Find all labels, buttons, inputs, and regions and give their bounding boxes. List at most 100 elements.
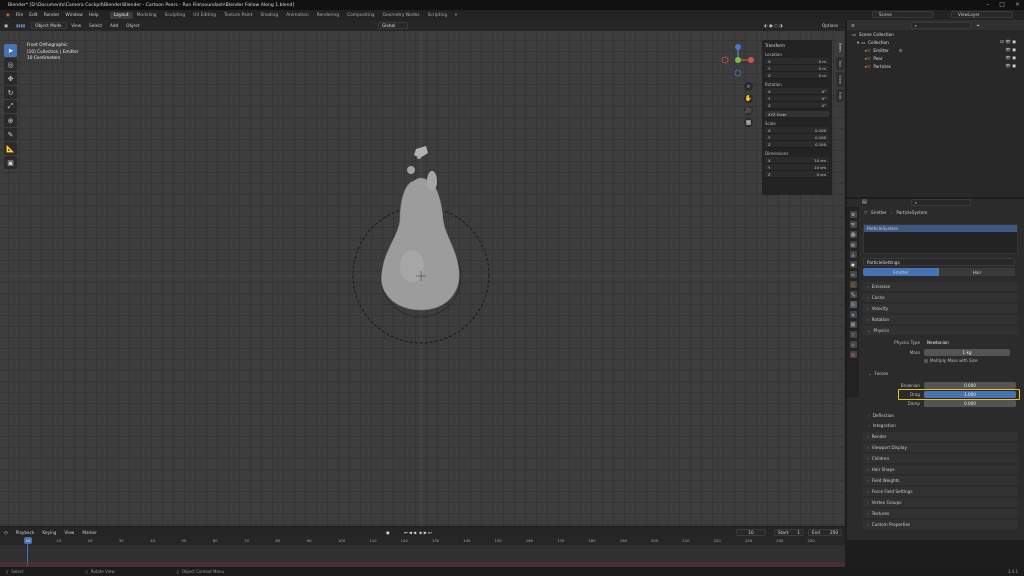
annotate-tool-icon[interactable]: ✎ [4,128,17,141]
properties-search-input[interactable]: ⌕ [910,198,971,206]
zoom-icon[interactable]: ⌕ [744,82,753,91]
visibility-icons[interactable]: 👁 ▣ [1005,55,1016,61]
add-workspace-button[interactable]: + [451,13,461,18]
keying-menu[interactable]: Keying [38,530,60,535]
dimensions-y[interactable]: Y 10 cm [765,164,829,171]
deflection-subsection[interactable]: › Deflection [868,413,894,418]
3d-viewport[interactable] [0,31,845,526]
rotate-tool-icon[interactable]: ↻ [4,86,17,99]
object-tab-icon[interactable]: ▢ [849,281,857,288]
menu-window[interactable]: Window [62,13,85,18]
data-tab-icon[interactable]: ▽ [849,331,857,338]
filter-icon[interactable]: ⏷ [977,23,980,28]
outliner-editor-icon[interactable]: ☰ [851,23,855,28]
location-z[interactable]: Z 0 m [765,72,829,79]
close-icon[interactable]: × [1015,1,1020,8]
world-tab-icon[interactable]: ● [849,261,857,268]
tab-animation[interactable]: Animation [282,12,312,19]
end-frame-field[interactable]: End 250 [808,528,842,536]
options-button[interactable]: Options [818,23,842,28]
rotation-z[interactable]: Z 0° [765,102,829,109]
visibility-icons[interactable]: 👁 ▣ [1005,47,1016,53]
render-tab-icon[interactable]: 📷 [849,221,857,228]
outliner-item-emitter[interactable]: ▸▽ Emitter ⚙ 👁 ▣ [847,46,1024,54]
output-tab-icon[interactable]: 🖨 [849,231,857,238]
transform-header[interactable]: Transform [765,43,829,48]
rotation-mode-dropdown[interactable]: XYZ Euler [765,111,829,118]
tab-layout[interactable]: Layout [109,11,133,19]
pan-hand-icon[interactable]: ✋ [744,94,753,103]
tab-geometry-nodes[interactable]: Geometry Nodes [379,12,424,19]
section-force-field-settings[interactable]: › Force Field Settings [863,487,1018,496]
ortho-grid-icon[interactable]: ▦ [744,118,753,127]
current-frame-field[interactable]: 10 [736,528,766,536]
type-hair-button[interactable]: Hair [939,268,1015,276]
section-custom-properties[interactable]: › Custom Properties [863,520,1018,529]
properties-editor-icon[interactable]: ▤ [862,199,867,205]
select-menu[interactable]: Select [85,23,106,28]
scene-tab-icon[interactable]: ◬ [849,251,857,258]
texture-tab-icon[interactable]: ▩ [849,351,857,358]
object-mode-dropdown[interactable]: Object Mode [31,22,68,29]
section-render[interactable]: › Render [863,432,1018,441]
move-tool-icon[interactable]: ✥ [4,72,17,85]
timeline-editor-icon[interactable]: ◷ [0,530,12,535]
sidebar-tab-tool[interactable]: Tool [836,56,844,71]
section-field-weights[interactable]: › Field Weights [863,476,1018,485]
add-cube-tool-icon[interactable]: ▣ [4,156,17,169]
measure-tool-icon[interactable]: 📐 [4,142,17,155]
scale-tool-icon[interactable]: ⤢ [4,100,17,113]
particle-settings-selector[interactable]: ParticleSettings [863,258,1015,266]
physics-tab-icon[interactable]: ◉ [849,311,857,318]
outliner-scene-collection[interactable]: ▭ Scene Collection [847,30,1024,38]
view-menu[interactable]: View [67,23,85,28]
timeline-ruler[interactable]: 0102030405060708090100110120130140150160… [0,537,845,545]
select-box-tool-icon[interactable]: ➤ [4,44,17,57]
section-children[interactable]: › Children [863,454,1018,463]
tab-texture-paint[interactable]: Texture Paint [220,12,256,19]
rotation-x[interactable]: X 0° [765,88,829,95]
select-mode-icons[interactable]: ▮▮▮▮ [12,23,29,28]
tab-uv-editing[interactable]: UV Editing [189,12,220,19]
playback-controls-icons[interactable]: ⏮◀◀ ▶▶⏭ [404,530,433,535]
material-tab-icon[interactable]: ◍ [849,341,857,348]
menu-render[interactable]: Render [41,13,63,18]
transform-tool-icon[interactable]: ⊕ [4,114,17,127]
drag-field[interactable]: 1.000 [924,391,1016,398]
section-emission[interactable]: › Emission [863,282,1018,291]
scale-z[interactable]: Z 0.100 [765,141,829,148]
sidebar-tab-item[interactable]: Item [836,40,844,55]
section-viewport-display[interactable]: › Viewport Display [863,443,1018,452]
playhead-frame-indicator[interactable]: 10 [24,537,32,544]
scale-y[interactable]: Y 0.100 [765,134,829,141]
tab-shading[interactable]: Shading [256,12,282,19]
record-icon[interactable]: ● [386,530,390,535]
menu-edit[interactable]: Edit [26,13,41,18]
constraints-tab-icon[interactable]: ⛓ [849,321,857,328]
forces-subsection[interactable]: ⌄ Forces [868,371,888,376]
tool-tab-icon[interactable]: ⚒ [849,211,857,218]
cursor-tool-icon[interactable]: ◎ [4,58,17,71]
rotation-y[interactable]: Y 0° [765,95,829,102]
outliner-item-particles[interactable]: ▸▽ Particles 👁 ▣ [847,62,1024,70]
sidebar-tab-edit[interactable]: Edit [836,89,844,103]
section-velocity[interactable]: › Velocity [863,304,1018,313]
object-menu[interactable]: Object [122,23,144,28]
scale-x[interactable]: X 0.100 [765,127,829,134]
menu-help[interactable]: Help [86,13,102,18]
transform-orientation-dropdown[interactable]: Global [378,22,408,29]
visibility-icons[interactable]: ☑ 👁 ▣ [1000,39,1016,45]
editor-type-icon[interactable]: ▣ [0,23,12,28]
visibility-icons[interactable]: 👁 ▣ [1005,63,1016,69]
location-y[interactable]: Y 0 m [765,65,829,72]
particle-system-list[interactable]: ParticleSystem [863,224,1018,254]
playback-menu[interactable]: Playback [12,530,39,535]
particles-tab-icon[interactable]: ⁂ [849,301,857,308]
add-menu[interactable]: Add [106,23,122,28]
menu-file[interactable]: File [13,13,26,18]
tab-rendering[interactable]: Rendering [313,12,343,19]
location-x[interactable]: X 0 m [765,58,829,65]
marker-menu[interactable]: Marker [78,530,100,535]
modifier-tab-icon[interactable]: 🔧 [849,291,857,298]
camera-view-icon[interactable]: 🎥 [744,106,753,115]
